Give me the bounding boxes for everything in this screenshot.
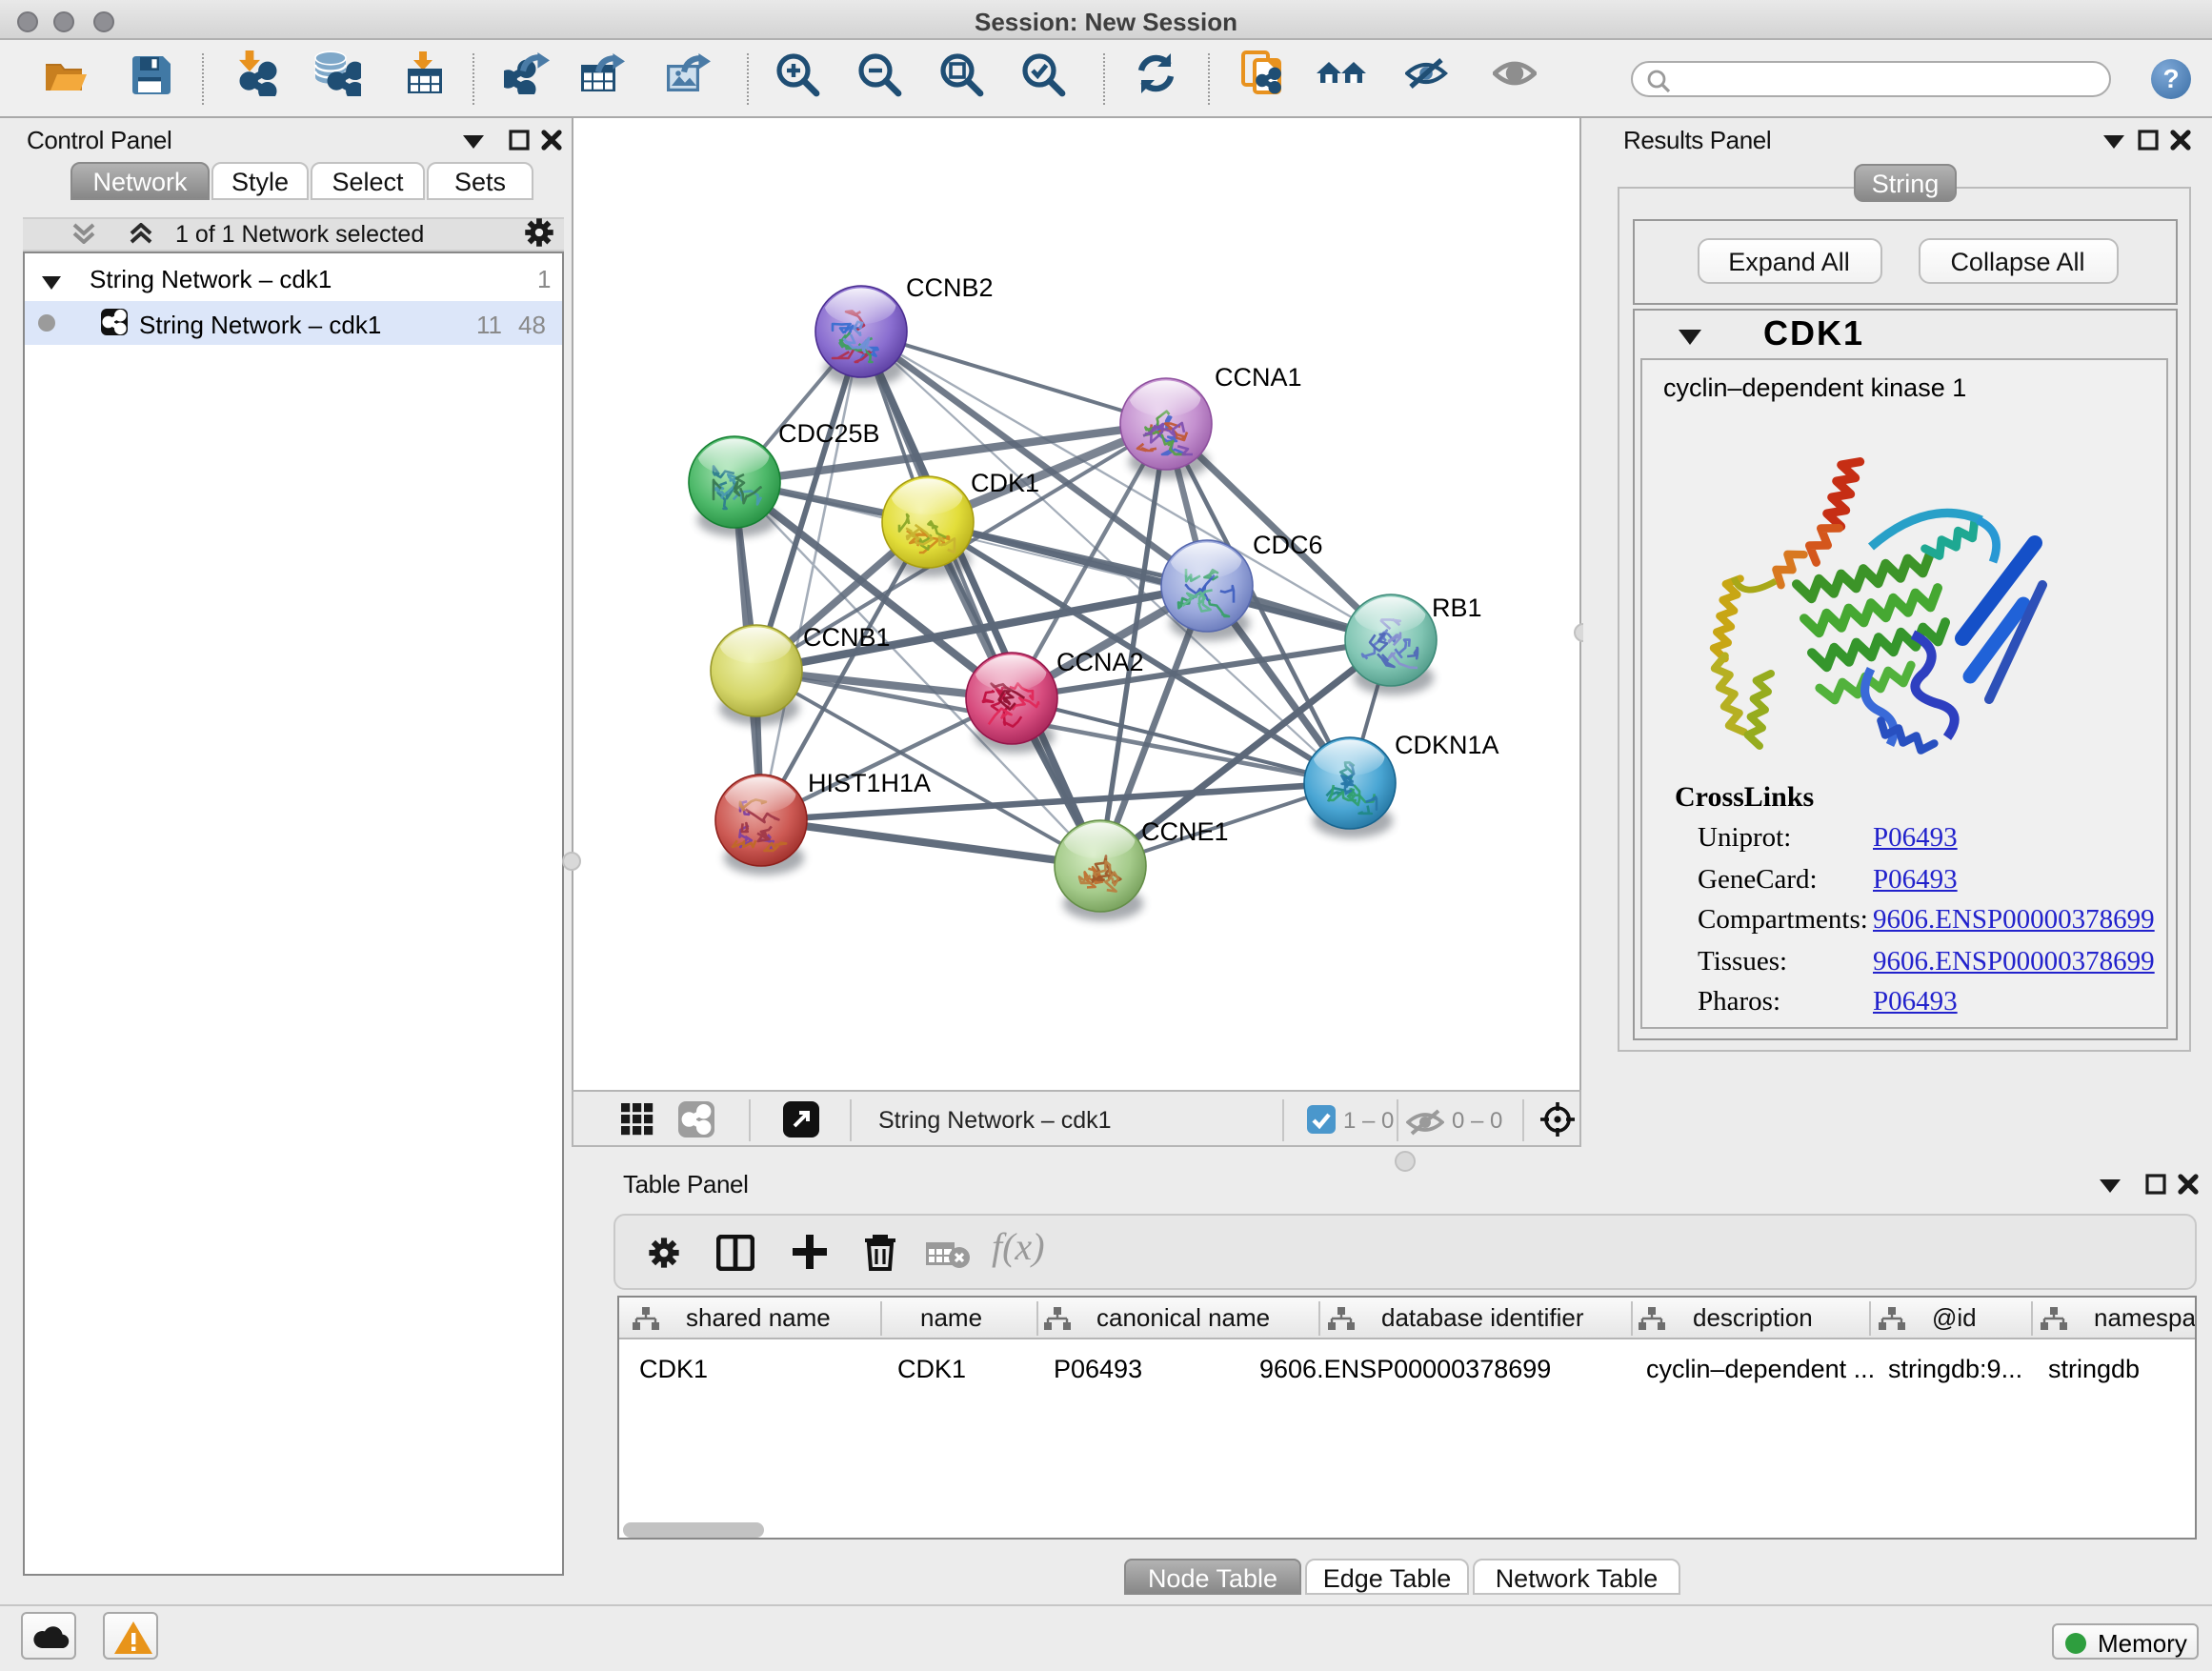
- svg-text:CDC25B: CDC25B: [778, 419, 880, 448]
- svg-text:CCNA2: CCNA2: [1056, 648, 1144, 676]
- svg-text:CCNE1: CCNE1: [1141, 817, 1229, 846]
- svg-text:HIST1H1A: HIST1H1A: [808, 769, 931, 797]
- svg-text:CCNB1: CCNB1: [803, 623, 891, 652]
- svg-text:RB1: RB1: [1432, 594, 1482, 622]
- svg-text:CCNA1: CCNA1: [1215, 363, 1302, 392]
- svg-text:CDKN1A: CDKN1A: [1395, 731, 1499, 759]
- svg-text:CCNB2: CCNB2: [906, 273, 994, 302]
- svg-text:CDC6: CDC6: [1253, 531, 1323, 559]
- svg-text:CDK1: CDK1: [971, 469, 1039, 497]
